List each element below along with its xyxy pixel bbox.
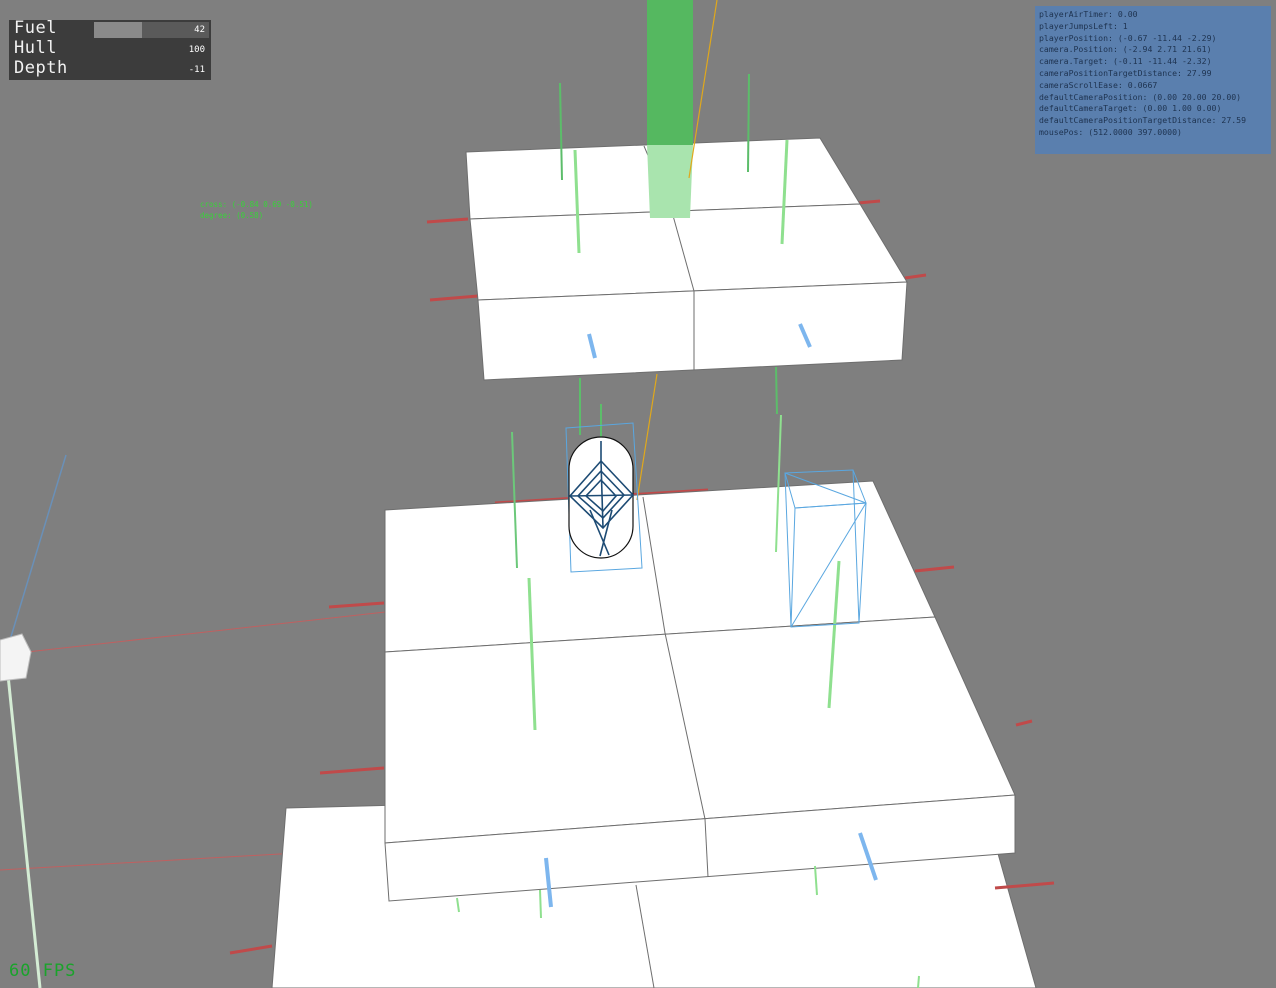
debug-line: playerAirTimer: 0.00 <box>1039 9 1138 19</box>
cross-note: cross: (-0.84 0.69 -0.51) <box>200 200 313 209</box>
debug-panel: playerAirTimer: 0.00 playerJumpsLeft: 1 … <box>1035 6 1271 154</box>
hull-bar: 100 <box>94 42 209 58</box>
debug-line: camera.Target: (-0.11 -11.44 -2.32) <box>1039 56 1212 67</box>
debug-line: mousePos: (512.0000 397.0000) <box>1039 126 1182 137</box>
hull-label: Hull <box>14 38 57 58</box>
debug-line: defaultCameraPosition: (0.00 20.00 20.00… <box>1039 91 1242 102</box>
fuel-row: Fuel 42 <box>9 18 211 40</box>
fuel-bar: 42 <box>94 22 209 38</box>
depth-bar: -11 <box>94 62 209 78</box>
status-hud: Fuel 42 Hull 100 Depth -11 <box>9 18 211 80</box>
fuel-label: Fuel <box>14 18 57 38</box>
axis-line-red <box>0 611 386 656</box>
debug-line: cameraPositionTargetDistance: 27.99 <box>1039 67 1212 78</box>
fuel-value: 42 <box>194 25 205 35</box>
depth-label: Depth <box>14 58 68 78</box>
left-small-cube <box>0 633 32 682</box>
hull-value: 100 <box>188 45 205 55</box>
hull-row: Hull 100 <box>9 38 211 60</box>
debug-line: playerJumpsLeft: 1 <box>1039 20 1128 31</box>
debug-line: camera.Position: (-2.94 2.71 21.61) <box>1039 44 1212 55</box>
fps-counter: 60 FPS <box>9 961 77 981</box>
debug-line: defaultCameraTarget: (0.00 1.00 0.00) <box>1039 103 1222 114</box>
aim-ray <box>636 373 658 501</box>
middle-floor-block <box>384 480 1016 902</box>
left-blue-line <box>9 454 67 641</box>
depth-value: -11 <box>188 65 205 75</box>
degree-note: degree: (0.58) <box>200 211 264 220</box>
debug-line: defaultCameraPositionTargetDistance: 27.… <box>1039 115 1247 126</box>
left-green-line <box>6 674 42 988</box>
debug-line: cameraScrollEase: 0.0667 <box>1039 79 1158 90</box>
debug-line: playerPosition: (-0.67 -11.44 -2.29) <box>1039 32 1217 43</box>
fuel-bar-fill <box>94 22 143 38</box>
green-beam <box>647 0 693 145</box>
green-beam-shadow <box>647 145 693 218</box>
depth-row: Depth -11 <box>9 58 211 80</box>
